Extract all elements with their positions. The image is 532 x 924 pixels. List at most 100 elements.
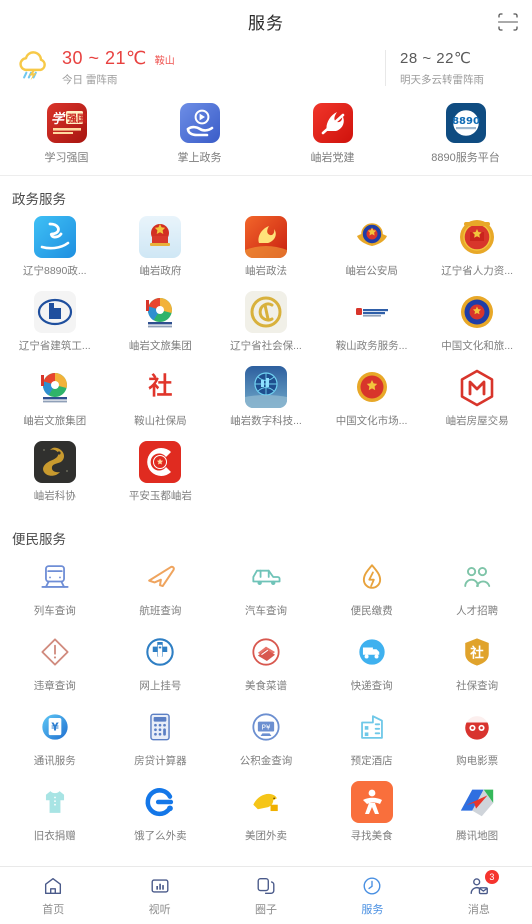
tab-label: 服务 (361, 903, 384, 916)
weather-today[interactable]: 30 ~ 21℃ 鞍山 今日 雷阵雨 (14, 48, 381, 87)
svg-text:8890: 8890 (452, 116, 480, 127)
grid-item-communication-service[interactable]: ¥ 通讯服务 (2, 706, 108, 768)
grid-item-anshan-social-security[interactable]: 社 鞍山社保局 (108, 366, 214, 428)
grid-item-housing-fund-query[interactable]: P¥ 公积金查询 (213, 706, 319, 768)
recipe-book-icon (245, 631, 287, 673)
grid-item-label: 购电影票 (456, 755, 499, 767)
media-icon (149, 875, 171, 897)
grid-item-anshan-gov-service[interactable]: 鞍山政务服务... (319, 291, 425, 353)
grid-item-china-culture-market[interactable]: 中国文化市场... (319, 366, 425, 428)
tab-message[interactable]: 3 消息 (426, 869, 532, 917)
grid-item-label: 公积金查询 (239, 755, 293, 767)
government-emblem-icon (139, 216, 182, 258)
grid-item-meituan-delivery[interactable]: 美团外卖 (213, 781, 319, 843)
grid-item-online-registration[interactable]: 网上挂号 (108, 631, 214, 693)
tab-service[interactable]: 服务 (319, 875, 425, 917)
grid-item-violation-query[interactable]: 违章查询 (2, 631, 108, 693)
digital-tech-icon (244, 366, 287, 408)
weather-today-texts: 30 ~ 21℃ 鞍山 今日 雷阵雨 (62, 48, 175, 87)
grid-item-clothes-donation[interactable]: 旧衣捐赠 (2, 781, 108, 843)
grid-item-label: 岫岩数字科技... (230, 415, 302, 427)
communication-bill-icon: ¥ (34, 706, 76, 748)
grid-item-train-query[interactable]: 列车查询 (2, 556, 108, 618)
grid-item-tencent-map[interactable]: 腾讯地图 (424, 781, 530, 843)
circle-group-icon (255, 875, 277, 897)
tab-circle[interactable]: 圈子 (213, 875, 319, 917)
grid-item-label: 饿了么外卖 (134, 830, 187, 842)
quick-item-xuexi-qiangguo[interactable]: 学 强国 学习强国 (0, 103, 133, 165)
grid-item-xiuyan-science-association[interactable]: 岫岩科协 (2, 441, 108, 503)
quick-item-8890-platform[interactable]: 8890 8890服务平台 (399, 103, 532, 165)
grid-item-pingan-yudu-xiuyan[interactable]: 平安玉都岫岩 (108, 441, 214, 503)
grid-item-label: 寻找美食 (350, 830, 393, 842)
grid-item-xiuyan-police[interactable]: 岫岩公安局 (319, 216, 425, 278)
culture-tourism-icon (139, 291, 181, 333)
payment-drop-icon (351, 556, 393, 598)
grid-item-label: 岫岩文旅集团 (23, 415, 87, 427)
grid-item-liaoning-8890[interactable]: 辽宁8890政... (2, 216, 108, 278)
xuexi-qiangguo-icon: 学 强国 (46, 103, 87, 143)
eleme-icon (139, 781, 181, 823)
anshan-gov-service-icon (351, 291, 393, 333)
grid-item-label: 美食菜谱 (244, 680, 287, 692)
message-badge: 3 (484, 869, 499, 884)
home-icon (42, 875, 64, 897)
grid-item-label: 列车查询 (33, 605, 76, 617)
palm-government-icon (179, 103, 220, 143)
grid-item-label: 人才招聘 (456, 605, 499, 617)
grid-item-recruitment[interactable]: 人才招聘 (424, 556, 530, 618)
grid-item-flight-query[interactable]: 航班查询 (108, 556, 214, 618)
grid-item-hotel-booking[interactable]: 预定酒店 (319, 706, 425, 768)
culture-tourism-icon (34, 366, 76, 408)
grid-item-liaoning-human-resources[interactable]: 辽宁省人力资... (424, 216, 530, 278)
bottom-tab-bar: 首页 视听 圈子 服务 3 消息 (0, 866, 532, 924)
tab-media[interactable]: 视听 (106, 875, 212, 917)
grid-item-mortgage-calculator[interactable]: 房贷计算器 (108, 706, 214, 768)
find-food-icon (350, 781, 393, 823)
grid-item-utility-payment[interactable]: 便民缴费 (319, 556, 425, 618)
svg-text:社: 社 (469, 644, 484, 661)
clothes-donation-icon (34, 781, 76, 823)
grid-item-label: 岫岩房屋交易 (445, 415, 509, 427)
grid-item-social-security-query[interactable]: 社 社保查询 (424, 631, 530, 693)
quick-item-label: 掌上政务 (177, 152, 222, 164)
weather-tomorrow[interactable]: 28 ~ 22℃ 明天多云转雷阵雨 (400, 49, 518, 87)
grid-item-label: 鞍山政务服务... (335, 340, 408, 352)
grid-item-xiuyan-culture-tourism-1[interactable]: 岫岩文旅集团 (108, 291, 214, 353)
grid-item-label: 便民缴费 (350, 605, 393, 617)
grid-item-recipe[interactable]: 美食菜谱 (213, 631, 319, 693)
grid-item-eleme-delivery[interactable]: 饿了么外卖 (108, 781, 214, 843)
weather-bar[interactable]: 30 ~ 21℃ 鞍山 今日 雷阵雨 28 ~ 22℃ 明天多云转雷阵雨 (0, 42, 532, 99)
grid-item-xiuyan-house-trade[interactable]: 岫岩房屋交易 (424, 366, 530, 428)
svg-text:¥: ¥ (51, 721, 59, 734)
quick-item-label: 8890服务平台 (431, 152, 500, 164)
quick-item-label: 岫岩党建 (310, 152, 355, 164)
grid-item-express-query[interactable]: 快递查询 (319, 631, 425, 693)
tab-home[interactable]: 首页 (0, 875, 106, 917)
weather-today-temp: 30 ~ 21℃ (62, 48, 147, 68)
grid-item-bus-query[interactable]: 汽车查询 (213, 556, 319, 618)
grid-item-label: 房贷计算器 (134, 755, 187, 767)
grid-item-xiuyan-digital-tech[interactable]: 岫岩数字科技... (213, 366, 319, 428)
grid-item-find-food[interactable]: 寻找美食 (319, 781, 425, 843)
svg-text:强国: 强国 (67, 113, 87, 125)
grid-item-liaoning-social-insurance[interactable]: 辽宁省社会保... (213, 291, 319, 353)
grid-item-liaoning-construction[interactable]: 辽宁省建筑工... (2, 291, 108, 353)
scan-icon[interactable] (496, 10, 520, 34)
grid-item-label: 腾讯地图 (456, 830, 499, 842)
quick-item-palm-government[interactable]: 掌上政务 (133, 103, 266, 165)
grid-item-label: 快递查询 (350, 680, 393, 692)
quick-item-party-building[interactable]: 岫岩党建 (266, 103, 399, 165)
liaoning-8890-icon (33, 216, 76, 258)
grid-item-label: 辽宁省人力资... (441, 265, 514, 277)
weather-tomorrow-temp: 28 ~ 22℃ (400, 49, 472, 67)
grid-item-xiuyan-government[interactable]: 岫岩政府 (108, 216, 214, 278)
grid-item-movie-ticket[interactable]: 购电影票 (424, 706, 530, 768)
grid-item-label: 岫岩文旅集团 (128, 340, 192, 352)
grid-item-label: 社保查询 (456, 680, 499, 692)
grid-item-xiuyan-culture-tourism-2[interactable]: 岫岩文旅集团 (2, 366, 108, 428)
grid-item-xiuyan-politics-law[interactable]: 岫岩政法 (213, 216, 319, 278)
8890-platform-icon: 8890 (445, 103, 486, 143)
section-title-government: 政务服务 (12, 192, 66, 207)
grid-item-china-culture-tourism[interactable]: 中国文化和旅... (424, 291, 530, 353)
